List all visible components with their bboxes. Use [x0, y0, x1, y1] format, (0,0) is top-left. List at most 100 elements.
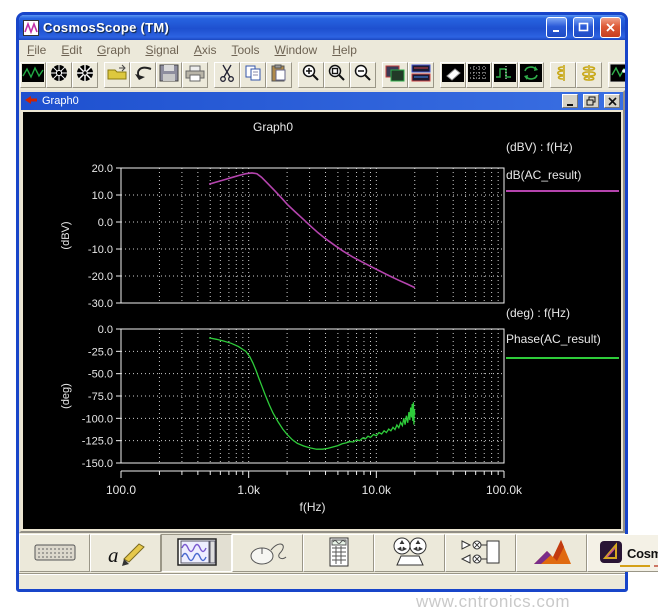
svg-text:10.0: 10.0	[92, 190, 113, 202]
status-bar	[19, 573, 625, 587]
waveform-display-button[interactable]	[20, 62, 46, 88]
paste-button[interactable]	[266, 62, 292, 88]
menu-help[interactable]: Help	[332, 43, 357, 57]
keyboard-icon	[33, 537, 77, 570]
refresh-icon	[520, 64, 542, 85]
svg-text:100.0k: 100.0k	[486, 483, 523, 497]
svg-text:-10.0: -10.0	[88, 244, 113, 256]
waveform-display-icon	[22, 64, 44, 85]
calculator-button[interactable]	[303, 534, 374, 572]
menu-edit[interactable]: Edit	[61, 43, 82, 57]
cosmosscope-logo-icon	[599, 540, 623, 567]
charts-canvas[interactable]: 20.010.00.0-10.0-20.0-30.0(dBV)0.0-25.0-…	[23, 112, 623, 531]
signal-wheel-1-button[interactable]	[46, 62, 72, 88]
cut-button[interactable]	[214, 62, 240, 88]
mouse-tools-button[interactable]	[232, 534, 303, 572]
scissors-icon	[218, 64, 236, 85]
graph0-titlebar: Graph0	[21, 92, 623, 110]
circuit-flow-button[interactable]	[445, 534, 516, 572]
copy-button[interactable]	[240, 62, 266, 88]
svg-text:0.0: 0.0	[98, 324, 113, 336]
open-button[interactable]	[104, 62, 130, 88]
probe-filter-1-icon	[553, 64, 573, 85]
svg-text:100.0: 100.0	[106, 483, 136, 497]
svg-text:20.0: 20.0	[92, 163, 113, 175]
menu-axis[interactable]: Axis	[194, 43, 217, 57]
erase-button[interactable]	[440, 62, 466, 88]
redraw-button[interactable]	[518, 62, 544, 88]
tape-reel-icon	[388, 537, 432, 570]
menu-file[interactable]: File	[27, 43, 46, 57]
zoom-in-button[interactable]	[298, 62, 324, 88]
grid-icon	[468, 64, 490, 85]
svg-text:-100.0: -100.0	[82, 413, 113, 425]
undo-arrow-icon	[132, 64, 154, 85]
open-folder-icon	[106, 64, 128, 85]
matlab-icon	[530, 537, 574, 570]
clipboard-icon	[270, 64, 288, 85]
save-button[interactable]	[156, 62, 182, 88]
graph0-close-button[interactable]	[604, 94, 620, 108]
screenshot-stage: CosmosScope (TM) File Edit Graph Signal …	[0, 0, 658, 616]
svg-text:1.0k: 1.0k	[237, 483, 261, 497]
svg-text:(deg): (deg)	[60, 383, 72, 409]
keyboard-button[interactable]	[19, 534, 90, 572]
signal-monitor-button[interactable]	[608, 62, 625, 88]
grid-toggle-button[interactable]	[466, 62, 492, 88]
watermark-text: www.cntronics.com	[416, 592, 570, 612]
menu-bar: File Edit Graph Signal Axis Tools Window…	[19, 40, 625, 59]
graph-area[interactable]: Graph0 (dBV) : f(Hz) dB(AC_result) (deg)…	[21, 110, 623, 531]
minimize-button[interactable]	[546, 17, 567, 38]
svg-text:a: a	[108, 543, 119, 567]
menu-window[interactable]: Window	[275, 43, 318, 57]
mouse-icon	[246, 537, 290, 570]
undo-button[interactable]	[130, 62, 156, 88]
calculator-icon	[317, 537, 361, 570]
svg-text:-50.0: -50.0	[88, 369, 113, 381]
waveform-viewer-button[interactable]	[161, 534, 232, 572]
zoom-in-icon	[301, 64, 321, 85]
svg-text:-25.0: -25.0	[88, 346, 113, 358]
close-button[interactable]	[600, 17, 621, 38]
zoom-area-button[interactable]	[324, 62, 350, 88]
svg-text:-125.0: -125.0	[82, 436, 113, 448]
eraser-icon	[442, 64, 464, 85]
probe-filter-1-button[interactable]	[550, 62, 576, 88]
annotate-button[interactable]: a	[90, 534, 161, 572]
graph0-restore-button[interactable]	[583, 94, 599, 108]
stack-graphs-button[interactable]	[382, 62, 408, 88]
measure-waveform-icon	[494, 64, 516, 85]
zoom-out-button[interactable]	[350, 62, 376, 88]
stack-graphs-icon	[384, 64, 406, 85]
graph0-window-icon	[24, 92, 38, 110]
save-floppy-icon	[159, 64, 179, 85]
graph0-window: Graph0 Graph0 (dBV) : f(Hz) dB(AC_result…	[19, 90, 625, 533]
main-toolbar	[19, 59, 625, 90]
svg-text:10.0k: 10.0k	[362, 483, 392, 497]
cosmosscope-logo-button[interactable]: CosmosScope	[587, 534, 658, 572]
signal-monitor-icon	[610, 64, 625, 85]
measure-waveform-button[interactable]	[492, 62, 518, 88]
zoom-area-icon	[327, 64, 347, 85]
print-button[interactable]	[182, 62, 208, 88]
svg-text:-20.0: -20.0	[88, 271, 113, 283]
signal-wheel-2-button[interactable]	[72, 62, 98, 88]
menu-tools[interactable]: Tools	[232, 43, 260, 57]
probe-filter-2-button[interactable]	[576, 62, 602, 88]
svg-text:0.0: 0.0	[98, 217, 113, 229]
svg-text:-75.0: -75.0	[88, 391, 113, 403]
copy-icon	[244, 64, 262, 85]
app-icon	[23, 20, 39, 36]
matlab-button[interactable]	[516, 534, 587, 572]
graph0-minimize-button[interactable]	[562, 94, 578, 108]
svg-text:f(Hz): f(Hz)	[300, 500, 326, 514]
signal-manager-button[interactable]	[374, 534, 445, 572]
overlay-graphs-icon	[410, 64, 432, 85]
logo-color-bars	[620, 565, 658, 567]
menu-signal[interactable]: Signal	[145, 43, 178, 57]
window-titlebar: CosmosScope (TM)	[19, 15, 625, 40]
maximize-button[interactable]	[573, 17, 594, 38]
menu-graph[interactable]: Graph	[97, 43, 130, 57]
signal-wheel-2-icon	[75, 64, 95, 85]
overlay-graphs-button[interactable]	[408, 62, 434, 88]
